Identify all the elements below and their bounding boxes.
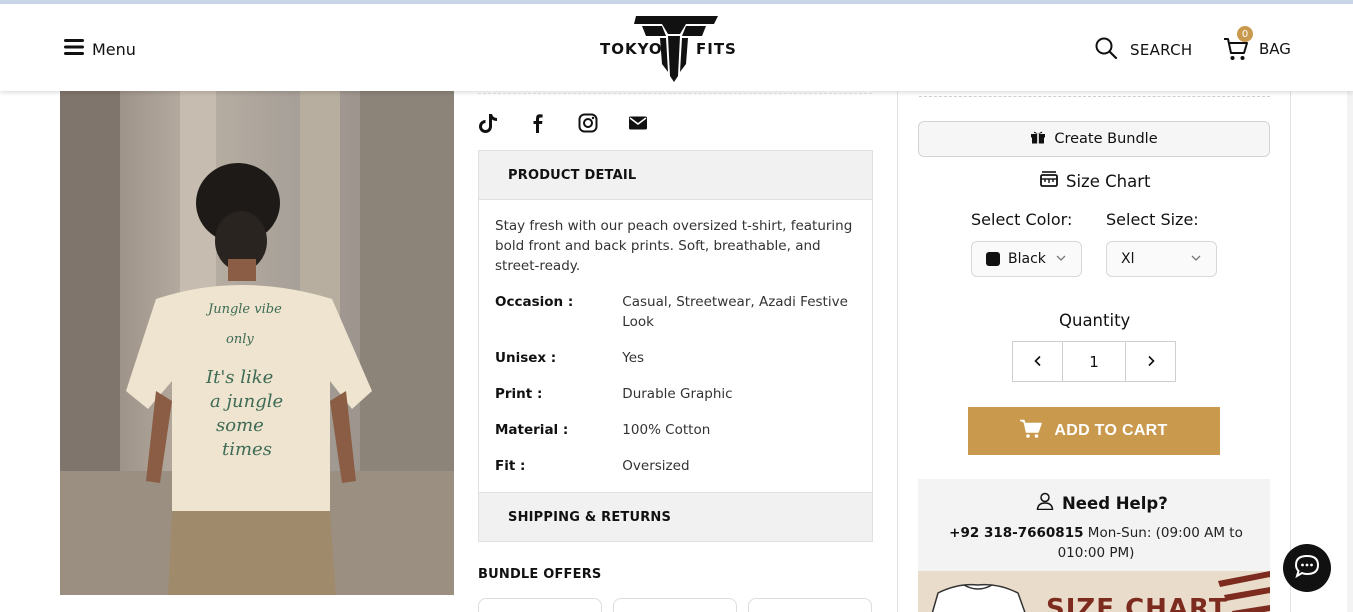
bundle-offers-title: BUNDLE OFFERS: [478, 567, 602, 582]
add-to-cart-button[interactable]: ADD TO CART: [968, 407, 1220, 455]
menu-button[interactable]: Menu: [64, 38, 136, 60]
detail-value: Durable Graphic: [622, 386, 733, 402]
print-line-5: some: [216, 415, 264, 436]
print-line-6: times: [222, 439, 272, 460]
product-description: Stay fresh with our peach oversized t-sh…: [495, 218, 853, 274]
chevron-right-icon: [1145, 352, 1157, 371]
detail-key: Material :: [495, 422, 569, 438]
page-scrollbar[interactable]: [1347, 4, 1353, 612]
quantity-input[interactable]: 1: [1062, 342, 1126, 381]
size-value: Xl: [1121, 251, 1135, 267]
site-header: Menu TOKYO FITS SEARCH 0 BAG: [0, 4, 1353, 91]
detail-key: Fit :: [495, 458, 526, 474]
chevron-left-icon: [1032, 352, 1044, 371]
divider: [478, 93, 872, 94]
help-title: Need Help?: [1036, 492, 1168, 514]
bag-label: BAG: [1259, 40, 1291, 58]
detail-value: Casual, Streetwear, Azadi Festive Look: [622, 294, 848, 330]
color-select[interactable]: Black: [971, 241, 1082, 277]
detail-row-occasion: Occasion : Casual, Streetwear, Azadi Fes…: [495, 292, 856, 332]
detail-key: Unisex :: [495, 350, 557, 366]
shipping-accordion: SHIPPING & RETURNS: [478, 492, 873, 542]
print-line-2: only: [226, 332, 254, 347]
print-line-1: Jungle vibe: [205, 302, 282, 317]
product-detail-header[interactable]: PRODUCT DETAIL: [479, 151, 872, 199]
search-label: SEARCH: [1130, 41, 1193, 59]
email-icon[interactable]: [628, 113, 648, 133]
cart-icon: [1020, 419, 1043, 444]
bag-button[interactable]: 0 BAG: [1223, 26, 1291, 62]
size-chart-banner[interactable]: SIZE CHART: [918, 571, 1270, 612]
help-box: Need Help? +92 318-7660815 Mon-Sun: (09:…: [918, 479, 1270, 571]
color-swatch: [986, 252, 1000, 266]
help-phone[interactable]: +92 318-7660815: [949, 525, 1083, 541]
product-image[interactable]: Jungle vibe only It's like a jungle some…: [60, 91, 454, 595]
chat-button[interactable]: [1283, 544, 1331, 592]
search-icon: [1094, 36, 1118, 64]
size-banner-text: SIZE CHART: [1046, 594, 1228, 612]
menu-label: Menu: [92, 39, 136, 59]
bundle-card[interactable]: [748, 598, 872, 612]
social-links: [478, 113, 648, 133]
user-icon: [1036, 492, 1054, 514]
divider: [919, 96, 1270, 97]
ruler-icon: [1040, 170, 1058, 192]
search-button[interactable]: SEARCH: [1094, 36, 1193, 64]
detail-row-print: Print : Durable Graphic: [495, 384, 856, 404]
instagram-icon[interactable]: [578, 113, 598, 133]
chevron-down-icon: [1055, 252, 1067, 268]
cart-icon: [1223, 38, 1249, 66]
quantity-label: Quantity: [1059, 311, 1131, 330]
brand-right-text: FITS: [696, 40, 737, 58]
detail-row-material: Material : 100% Cotton: [495, 420, 856, 440]
facebook-icon[interactable]: [528, 113, 548, 133]
gift-box-icon: [1030, 130, 1046, 148]
detail-key: Print :: [495, 386, 543, 402]
size-chart-label: Size Chart: [1066, 171, 1151, 191]
print-line-3: It's like: [205, 367, 273, 388]
quantity-increase-button[interactable]: [1126, 342, 1175, 381]
detail-value: Oversized: [622, 458, 690, 474]
print-line-4: a jungle: [210, 391, 283, 412]
add-to-cart-label: ADD TO CART: [1054, 422, 1168, 439]
hamburger-icon: [64, 38, 84, 60]
size-select[interactable]: Xl: [1106, 241, 1217, 277]
bundle-card[interactable]: [478, 598, 602, 612]
chevron-down-icon: [1190, 252, 1202, 268]
detail-key: Occasion :: [495, 294, 574, 310]
select-color-label: Select Color:: [971, 210, 1073, 229]
detail-value: 100% Cotton: [622, 422, 711, 438]
help-contact: +92 318-7660815 Mon-Sun: (09:00 AM to 01…: [936, 523, 1256, 563]
brand-logo[interactable]: TOKYO FITS: [598, 14, 750, 84]
help-hours: Mon-Sun: (09:00 AM to 010:00 PM): [1057, 525, 1243, 561]
quantity-stepper: 1: [1012, 341, 1176, 382]
help-title-text: Need Help?: [1062, 493, 1168, 513]
detail-row-unisex: Unisex : Yes: [495, 348, 856, 368]
brand-left-text: TOKYO: [600, 40, 663, 58]
tiktok-icon[interactable]: [478, 113, 498, 133]
detail-value: Yes: [622, 350, 645, 366]
create-bundle-label: Create Bundle: [1054, 131, 1158, 147]
product-detail-body: Stay fresh with our peach oversized t-sh…: [479, 199, 872, 493]
size-chart-link[interactable]: Size Chart: [1040, 170, 1150, 192]
shipping-header[interactable]: SHIPPING & RETURNS: [479, 493, 872, 541]
bundle-card[interactable]: [613, 598, 737, 612]
detail-row-fit: Fit : Oversized: [495, 456, 856, 476]
bag-count-badge: 0: [1237, 26, 1253, 42]
quantity-decrease-button[interactable]: [1013, 342, 1062, 381]
chat-icon: [1294, 554, 1320, 582]
select-size-label: Select Size:: [1106, 210, 1199, 229]
color-value: Black: [1008, 251, 1046, 267]
product-detail-accordion: PRODUCT DETAIL Stay fresh with our peach…: [478, 150, 873, 494]
create-bundle-button[interactable]: Create Bundle: [918, 121, 1270, 157]
